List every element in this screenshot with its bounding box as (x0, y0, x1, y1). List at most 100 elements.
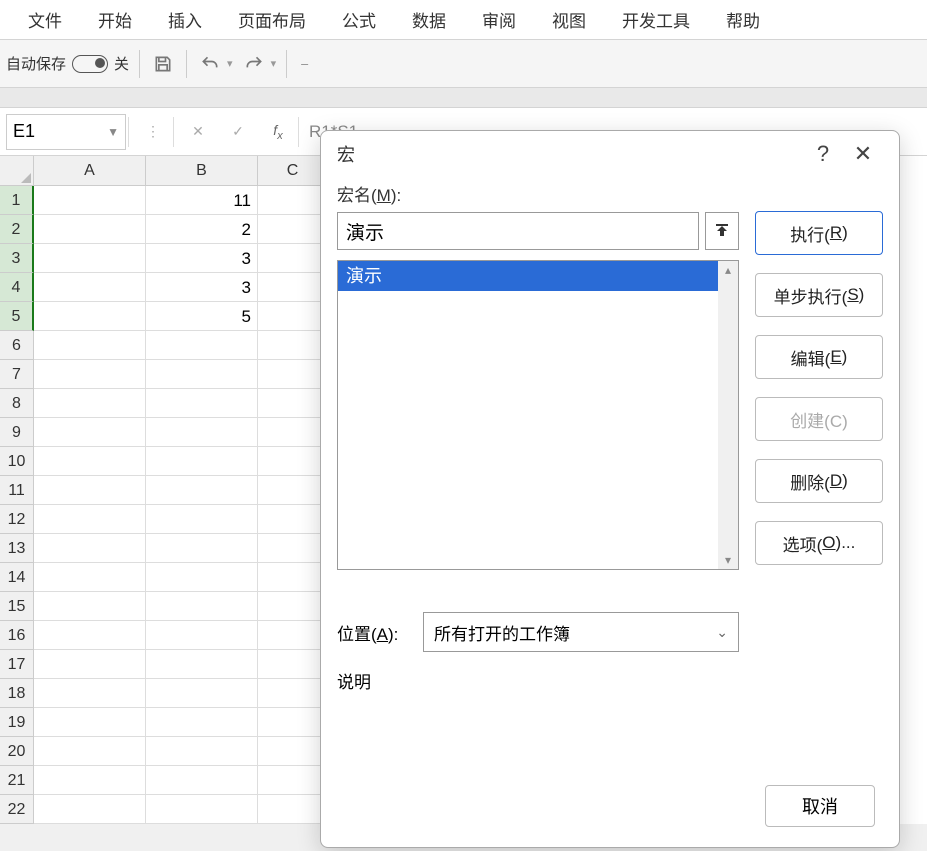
tab-insert[interactable]: 插入 (150, 0, 220, 42)
cell[interactable] (258, 795, 328, 824)
tab-file[interactable]: 文件 (10, 0, 80, 42)
name-box[interactable]: E1 ▼ (6, 114, 126, 150)
redo-dropdown-icon[interactable]: ▾ (271, 57, 277, 70)
undo-dropdown-icon[interactable]: ▾ (227, 57, 233, 70)
select-all-corner[interactable] (0, 156, 34, 186)
row-header[interactable]: 1 (0, 186, 34, 215)
scrollbar[interactable]: ▴ ▾ (718, 261, 738, 569)
cell[interactable] (34, 476, 146, 505)
formula-more-icon[interactable]: ⋮ (135, 114, 171, 150)
row-header[interactable]: 8 (0, 389, 34, 418)
cell[interactable]: 3 (146, 273, 258, 302)
cell[interactable] (146, 592, 258, 621)
cancel-button[interactable]: 取消 (765, 785, 875, 827)
cell[interactable] (146, 505, 258, 534)
cell[interactable] (258, 331, 328, 360)
cell[interactable] (258, 708, 328, 737)
cell[interactable] (34, 244, 146, 273)
cell[interactable] (258, 244, 328, 273)
col-header-b[interactable]: B (146, 156, 258, 186)
edit-button[interactable]: 编辑(E) (755, 335, 883, 379)
chevron-down-icon[interactable]: ▼ (107, 125, 119, 139)
tab-developer[interactable]: 开发工具 (604, 0, 708, 42)
row-header[interactable]: 3 (0, 244, 34, 273)
cell[interactable] (258, 766, 328, 795)
accept-formula-icon[interactable]: ✓ (220, 114, 256, 150)
cell[interactable] (146, 563, 258, 592)
row-header[interactable]: 2 (0, 215, 34, 244)
tab-review[interactable]: 审阅 (464, 0, 534, 42)
cell[interactable]: 11 (146, 186, 258, 215)
tab-help[interactable]: 帮助 (708, 0, 778, 42)
scroll-down-icon[interactable]: ▾ (725, 551, 731, 569)
cell[interactable] (146, 447, 258, 476)
cell[interactable]: 5 (146, 302, 258, 331)
row-header[interactable]: 18 (0, 679, 34, 708)
cell[interactable] (34, 186, 146, 215)
macro-list[interactable]: 演示 ▴ ▾ (337, 260, 739, 570)
cell[interactable] (34, 592, 146, 621)
row-header[interactable]: 6 (0, 331, 34, 360)
cell[interactable] (34, 766, 146, 795)
cell[interactable] (146, 679, 258, 708)
cell[interactable] (258, 389, 328, 418)
tab-data[interactable]: 数据 (394, 0, 464, 42)
row-header[interactable]: 5 (0, 302, 34, 331)
cell[interactable] (258, 476, 328, 505)
cell[interactable] (34, 389, 146, 418)
close-icon[interactable]: ✕ (843, 134, 883, 174)
cell[interactable] (146, 476, 258, 505)
col-header-c[interactable]: C (258, 156, 328, 186)
macro-list-item[interactable]: 演示 (338, 261, 718, 291)
cell[interactable] (258, 273, 328, 302)
row-header[interactable]: 19 (0, 708, 34, 737)
run-button[interactable]: 执行(R) (755, 211, 883, 255)
row-header[interactable]: 20 (0, 737, 34, 766)
chevron-down-icon[interactable]: ⌄ (716, 624, 728, 641)
cell[interactable] (146, 389, 258, 418)
cell[interactable] (34, 447, 146, 476)
undo-icon[interactable] (197, 51, 223, 77)
cell[interactable] (258, 418, 328, 447)
cell[interactable] (34, 302, 146, 331)
cell[interactable] (146, 737, 258, 766)
cell[interactable] (34, 505, 146, 534)
cell[interactable] (34, 621, 146, 650)
tab-pagelayout[interactable]: 页面布局 (220, 0, 324, 42)
cell[interactable] (258, 679, 328, 708)
cancel-formula-icon[interactable]: ✕ (180, 114, 216, 150)
step-button[interactable]: 单步执行(S) (755, 273, 883, 317)
row-header[interactable]: 13 (0, 534, 34, 563)
cell[interactable] (146, 708, 258, 737)
cell[interactable] (258, 592, 328, 621)
cell[interactable] (34, 331, 146, 360)
row-header[interactable]: 4 (0, 273, 34, 302)
cell[interactable] (146, 534, 258, 563)
cell[interactable] (34, 534, 146, 563)
cell[interactable] (34, 273, 146, 302)
cell[interactable] (34, 215, 146, 244)
cell[interactable] (34, 795, 146, 824)
qat-customize-icon[interactable]: ⎯ (301, 55, 308, 72)
scroll-up-icon[interactable]: ▴ (725, 261, 731, 279)
row-header[interactable]: 7 (0, 360, 34, 389)
cell[interactable] (258, 360, 328, 389)
cell[interactable] (258, 302, 328, 331)
row-header[interactable]: 11 (0, 476, 34, 505)
cell[interactable] (146, 621, 258, 650)
cell[interactable] (258, 563, 328, 592)
cell[interactable] (146, 650, 258, 679)
redo-icon[interactable] (241, 51, 267, 77)
cell[interactable] (258, 505, 328, 534)
row-header[interactable]: 9 (0, 418, 34, 447)
cell[interactable] (34, 737, 146, 766)
cell[interactable] (258, 447, 328, 476)
cell[interactable] (258, 621, 328, 650)
help-icon[interactable]: ? (803, 134, 843, 174)
cell[interactable] (258, 737, 328, 766)
cell[interactable] (258, 186, 328, 215)
row-header[interactable]: 21 (0, 766, 34, 795)
row-header[interactable]: 22 (0, 795, 34, 824)
cell[interactable] (146, 360, 258, 389)
options-button[interactable]: 选项(O)... (755, 521, 883, 565)
